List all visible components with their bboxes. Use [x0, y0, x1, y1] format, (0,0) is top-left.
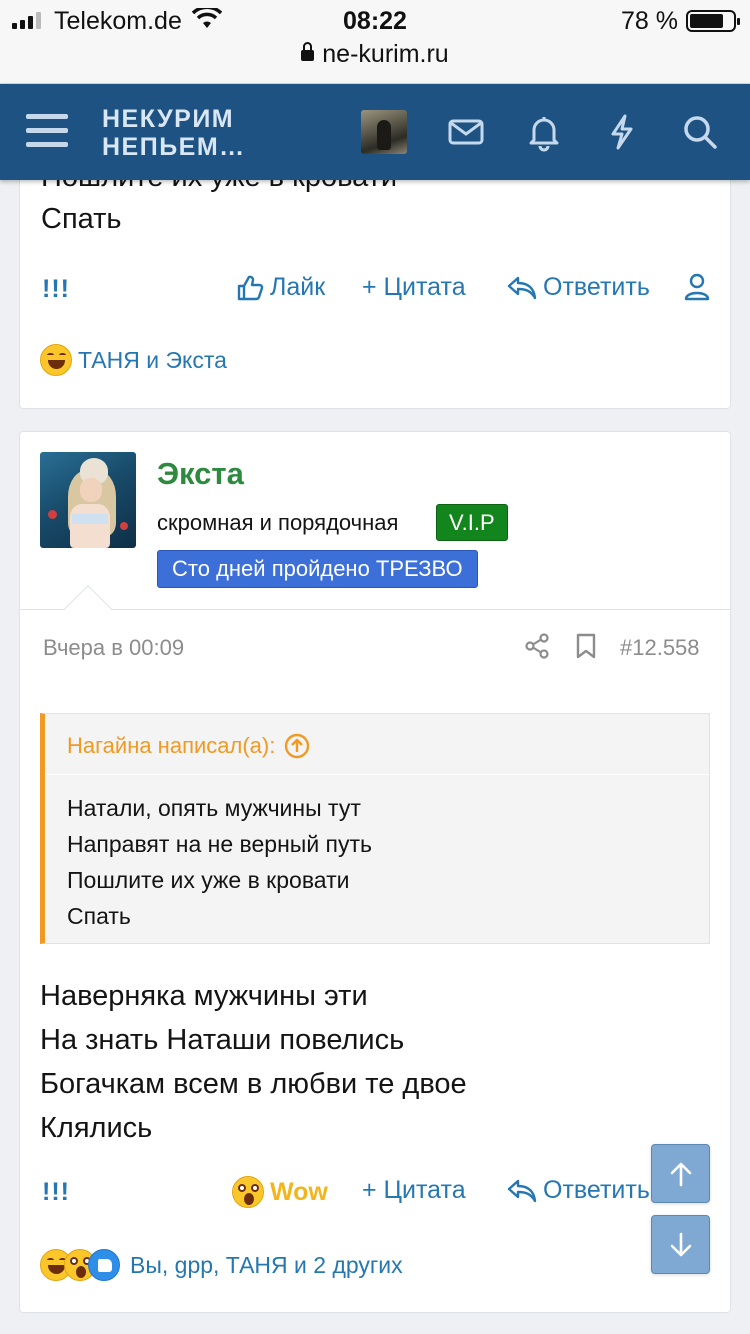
lock-icon — [301, 42, 315, 61]
wow-label: Wow — [270, 1177, 328, 1206]
quote-button[interactable]: + Цитата — [362, 273, 466, 302]
post-text-line: На знать Наташи повелись — [40, 1024, 405, 1056]
menu-icon[interactable] — [26, 112, 68, 150]
battery-percent: 78 % — [621, 7, 678, 35]
post-card: Экста скромная и порядочная V.I.P Сто дн… — [19, 431, 731, 1313]
reactions-users: Вы, gpp, ТАНЯ и 2 других — [130, 1251, 403, 1278]
address-bar[interactable]: ne-kurim.ru — [0, 40, 750, 69]
user-icon[interactable] — [684, 273, 710, 301]
username[interactable]: Экста — [157, 456, 244, 492]
battery-icon — [686, 10, 740, 32]
avatar[interactable] — [40, 452, 136, 548]
arrow-up-icon — [670, 1162, 692, 1187]
top-navbar: НЕКУРИМ НЕПЬЕМ… — [0, 84, 750, 180]
status-bar: Telekom.de 08:22 78 % ne-kurim.ru — [0, 0, 750, 84]
header-divider — [20, 609, 730, 610]
sobriety-badge: Сто дней пройдено ТРЕЗВО — [157, 550, 478, 588]
scroll-down-button[interactable] — [651, 1215, 710, 1274]
post-text-line: Клялись — [40, 1112, 153, 1144]
post-text-line: Наверняка мужчины эти — [40, 980, 368, 1012]
laughing-emoji-icon — [40, 344, 72, 376]
reaction-icons — [40, 1249, 120, 1281]
report-button[interactable]: !!! — [42, 275, 70, 304]
post-date[interactable]: Вчера в 00:09 — [43, 635, 184, 661]
quote-text: Натали, опять мужчины тут Направят на не… — [67, 790, 372, 934]
quote-line: Натали, опять мужчины тут — [67, 795, 361, 821]
post-number-link[interactable]: #12.558 — [620, 635, 700, 661]
search-icon[interactable] — [680, 112, 720, 152]
logo-line-1: НЕКУРИМ — [102, 105, 235, 133]
post-actions: !!! Лайк + Цитата Ответить — [20, 269, 730, 309]
post-actions: !!! Wow + Цитата Ответить — [20, 1172, 730, 1212]
reactions-bar[interactable]: ТАНЯ и Экста — [40, 343, 227, 377]
bookmark-icon[interactable] — [574, 632, 598, 660]
quote-line: Пошлите их уже в кровати — [67, 867, 350, 893]
wow-reaction-button[interactable]: Wow — [232, 1176, 328, 1208]
quote-line: Спать — [67, 903, 131, 929]
reply-label: Ответить — [543, 1176, 650, 1204]
mail-icon[interactable] — [446, 112, 486, 152]
post-body: Наверняка мужчины эти На знать Наташи по… — [40, 974, 467, 1150]
reactions-bar[interactable]: Вы, gpp, ТАНЯ и 2 других — [40, 1248, 403, 1282]
like-emoji-icon — [88, 1249, 120, 1281]
logo-line-2: НЕПЬЕМ… — [102, 133, 246, 161]
reply-button[interactable]: Ответить — [507, 273, 650, 302]
reply-button[interactable]: Ответить — [507, 1176, 650, 1205]
reactions-users: ТАНЯ и Экста — [78, 346, 227, 373]
quote-author: Нагайна написал(а): — [67, 733, 276, 758]
quote-button[interactable]: + Цитата — [362, 1176, 466, 1205]
post-text-line: Спать — [41, 203, 122, 235]
arrow-up-circle-icon — [285, 733, 310, 759]
quote-author-link[interactable]: Нагайна написал(а): — [67, 732, 311, 760]
thumbs-up-icon — [237, 275, 264, 300]
lightning-icon[interactable] — [602, 112, 642, 152]
like-button[interactable]: Лайк — [236, 273, 325, 302]
site-logo[interactable]: НЕКУРИМ НЕПЬЕМ… — [102, 105, 246, 161]
wow-emoji-icon — [232, 1176, 264, 1208]
avatar[interactable] — [361, 110, 407, 154]
vip-badge: V.I.P — [436, 504, 508, 541]
quote-line: Направят на не верный путь — [67, 831, 373, 857]
report-button[interactable]: !!! — [42, 1178, 70, 1207]
bell-icon[interactable] — [524, 112, 564, 152]
previous-post: Пошлите их уже в кровати Спать !!! Лайк … — [19, 150, 731, 409]
scroll-up-button[interactable] — [651, 1144, 710, 1203]
url-text: ne-kurim.ru — [322, 40, 449, 68]
user-title: скромная и порядочная — [157, 510, 399, 535]
reply-label: Ответить — [543, 273, 650, 301]
reply-icon — [507, 276, 537, 299]
quote-block: Нагайна написал(а): Натали, опять мужчин… — [40, 713, 710, 944]
reply-icon — [507, 1179, 537, 1202]
arrow-down-icon — [670, 1232, 692, 1257]
like-label: Лайк — [270, 273, 326, 301]
share-icon[interactable] — [524, 632, 550, 660]
post-text-line: Богачкам всем в любви те двое — [40, 1068, 467, 1100]
